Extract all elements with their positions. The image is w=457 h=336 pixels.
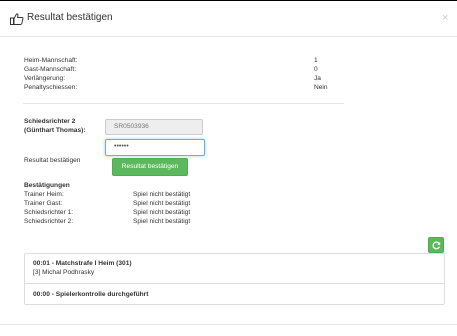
close-button[interactable]: × (442, 12, 448, 24)
modal-header: Resultat bestätigen × (0, 1, 457, 37)
modal-footer-border (0, 324, 457, 325)
refresh-icon (432, 241, 441, 250)
penalty-shootout-label: Penaltyschiessen: (24, 84, 78, 91)
confirmation-status: Spiel nicht bestätigt (133, 200, 191, 207)
home-team-score: 1 (314, 57, 318, 64)
referee-label-person: (Günthart Thomas): (24, 127, 86, 134)
modal-title: Resultat bestätigen (27, 12, 113, 23)
home-team-label: Heim-Mannschaft: (24, 57, 78, 64)
referee-id-field[interactable]: SR0503936 (105, 119, 203, 135)
overtime-label: Verlängerung: (24, 75, 66, 82)
divider (23, 103, 344, 104)
confirmation-label: Schiedsrichter 1: (24, 209, 74, 216)
confirmation-status: Spiel nicht bestätigt (133, 191, 191, 198)
referee-label-name: Schiedsrichter 2 (24, 118, 76, 125)
event-list: 00:01 - Matchstrafe I Heim (301) [3] Mic… (24, 253, 445, 305)
confirmation-label: Trainer Gast: (24, 200, 63, 207)
confirmation-status: Spiel nicht bestätigt (133, 218, 191, 225)
event-title: 00:01 - Matchstrafe I Heim (301) (33, 260, 132, 267)
confirmation-label: Schiedsrichter 2: (24, 218, 74, 225)
event-detail: [3] Michal Podhrasky (33, 269, 95, 276)
penalty-shootout-value: Nein (314, 84, 328, 91)
confirmation-label: Trainer Heim: (24, 191, 64, 198)
guest-team-label: Gast-Mannschaft: (24, 66, 77, 73)
refresh-button[interactable] (428, 237, 444, 253)
event-divider (25, 283, 444, 284)
thumbs-up-icon (10, 12, 24, 25)
overtime-value: Ja (314, 75, 321, 82)
confirm-result-button[interactable]: Resultat bestätigen (112, 158, 188, 176)
password-field[interactable]: •••••• (105, 139, 205, 156)
event-title: 00:00 - Spielerkontrolle durchgeführt (33, 291, 149, 298)
guest-team-score: 0 (314, 66, 318, 73)
confirm-result-label: Resultat bestätigen (24, 157, 81, 164)
confirmation-status: Spiel nicht bestätigt (133, 209, 191, 216)
confirmations-heading: Bestätigungen (24, 182, 70, 189)
